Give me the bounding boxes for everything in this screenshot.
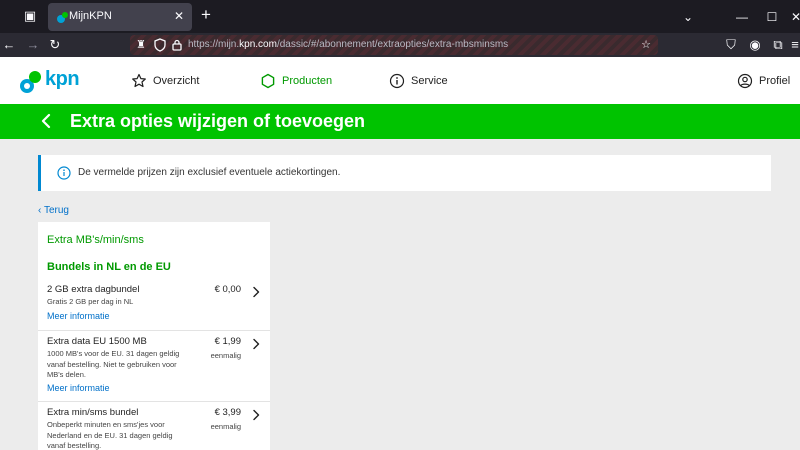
kpn-logo-mark-icon bbox=[20, 71, 41, 93]
option-frequency: eenmalig bbox=[210, 422, 241, 431]
browser-nav-bar: ← → ↻ ♜ https://mijn.kpn.com/dassic/#/ab… bbox=[0, 33, 800, 57]
url-text[interactable]: https://mijn.kpn.com/dassic/#/abonnement… bbox=[188, 39, 508, 50]
browser-tab[interactable]: MijnKPN ✕ bbox=[48, 3, 192, 31]
options-card: Extra MB's/min/sms Bundels in NL en de E… bbox=[38, 222, 270, 450]
tab-title: MijnKPN bbox=[69, 10, 112, 22]
close-window-icon[interactable]: ✕ bbox=[789, 8, 800, 26]
option-frequency: eenmalig bbox=[210, 351, 241, 360]
chevron-right-icon[interactable] bbox=[251, 286, 261, 298]
tab-list-icon[interactable]: ▣ bbox=[22, 9, 38, 23]
option-description: 1000 MB's voor de EU. 31 dagen geldig va… bbox=[47, 349, 180, 379]
divider bbox=[38, 401, 270, 402]
maximize-icon[interactable]: ☐ bbox=[763, 8, 781, 26]
back-link-label: Terug bbox=[43, 205, 69, 216]
nav-profiel-label: Profiel bbox=[759, 75, 791, 87]
nav-producten-label: Producten bbox=[282, 75, 333, 87]
back-link[interactable]: ‹ Terug bbox=[38, 205, 69, 216]
minimize-icon[interactable]: — bbox=[733, 8, 751, 26]
tab-close-icon[interactable]: ✕ bbox=[172, 9, 186, 23]
hexagon-icon bbox=[261, 73, 275, 89]
option-price: € 3,99 bbox=[214, 407, 241, 418]
card-subheading: Bundels in NL en de EU bbox=[47, 261, 171, 273]
page-title-bar: Extra opties wijzigen of toevoegen bbox=[0, 104, 800, 139]
nav-overzicht-label: Overzicht bbox=[153, 75, 200, 87]
info-icon bbox=[389, 73, 405, 89]
card-heading: Extra MB's/min/sms bbox=[47, 234, 144, 246]
kpn-favicon-icon bbox=[57, 12, 68, 23]
option-row[interactable]: 2 GB extra dagbundel Gratis 2 GB per dag… bbox=[38, 280, 270, 330]
new-tab-icon[interactable]: + bbox=[197, 6, 215, 24]
info-icon bbox=[57, 166, 71, 180]
option-title: Extra data EU 1500 MB bbox=[47, 336, 147, 347]
tab-overflow-chevron-icon[interactable]: ⌄ bbox=[679, 8, 697, 26]
back-arrow-icon[interactable] bbox=[38, 112, 56, 130]
notice-text: De vermelde prijzen zijn exclusief event… bbox=[78, 167, 341, 178]
menu-icon[interactable]: ≡ bbox=[789, 36, 800, 54]
nav-service-label: Service bbox=[411, 75, 448, 87]
price-notice: De vermelde prijzen zijn exclusief event… bbox=[38, 155, 771, 191]
option-description: Gratis 2 GB per dag in NL bbox=[47, 297, 134, 306]
star-icon bbox=[132, 73, 146, 88]
pocket-icon[interactable]: ⛉ bbox=[722, 36, 740, 54]
reload-icon[interactable]: ↻ bbox=[46, 36, 64, 54]
logo-text: kpn bbox=[45, 68, 80, 90]
profile-icon bbox=[737, 73, 753, 89]
back-icon[interactable]: ← bbox=[0, 36, 18, 54]
more-info-link[interactable]: Meer informatie bbox=[47, 311, 110, 321]
chevron-right-icon[interactable] bbox=[251, 409, 261, 421]
option-title: 2 GB extra dagbundel bbox=[47, 284, 140, 295]
page-title: Extra opties wijzigen of toevoegen bbox=[70, 111, 366, 131]
lock-icon[interactable] bbox=[170, 38, 184, 52]
kpn-logo[interactable]: kpn bbox=[18, 65, 82, 95]
more-info-link[interactable]: Meer informatie bbox=[47, 383, 110, 393]
option-row[interactable]: Extra min/sms bundel Onbeperkt minuten e… bbox=[38, 401, 270, 450]
chevron-left-icon: ‹ bbox=[38, 205, 42, 216]
forward-icon[interactable]: → bbox=[24, 36, 42, 54]
browser-tab-bar: ▣ MijnKPN ✕ + ⌄ — ☐ ✕ bbox=[0, 0, 800, 33]
privacy-icon[interactable]: ♜ bbox=[134, 38, 148, 52]
option-row[interactable]: Extra data EU 1500 MB 1000 MB's voor de … bbox=[38, 330, 270, 401]
chevron-right-icon[interactable] bbox=[251, 338, 261, 350]
extensions-icon[interactable]: ⧉ bbox=[769, 36, 787, 54]
shield-icon[interactable] bbox=[153, 38, 167, 52]
bookmark-star-icon[interactable]: ☆ bbox=[639, 38, 653, 52]
option-title: Extra min/sms bundel bbox=[47, 407, 139, 418]
option-description: Onbeperkt minuten en sms'jes voor Nederl… bbox=[47, 420, 173, 450]
account-icon[interactable]: ◉ bbox=[746, 36, 764, 54]
option-price: € 0,00 bbox=[214, 284, 241, 295]
divider bbox=[38, 330, 270, 331]
option-price: € 1,99 bbox=[214, 336, 241, 347]
site-header: kpn Overzicht Producten Service Profiel bbox=[0, 57, 800, 104]
url-bar[interactable]: ♜ https://mijn.kpn.com/dassic/#/abonneme… bbox=[130, 35, 658, 55]
